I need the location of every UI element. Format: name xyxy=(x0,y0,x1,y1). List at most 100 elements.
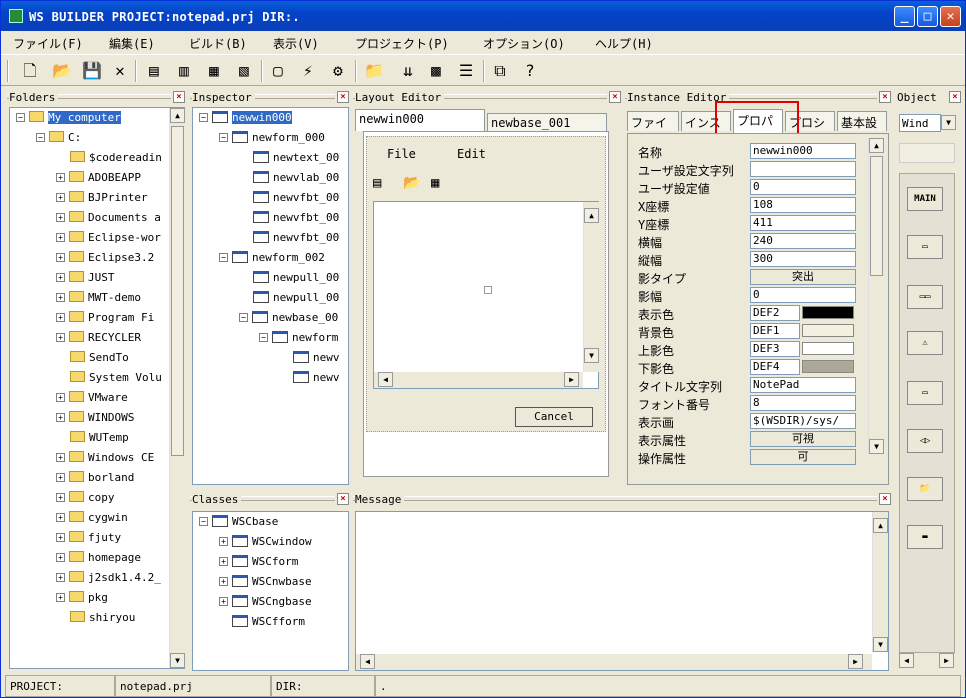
object-class-select[interactable]: Wind xyxy=(899,114,941,132)
menu-build[interactable]: ビルド(B) xyxy=(189,35,247,52)
tree-item[interactable]: pkg xyxy=(88,591,108,604)
cut-icon[interactable]: ✕ xyxy=(109,60,131,82)
tree-item[interactable]: BJPrinter xyxy=(88,191,148,204)
tree-item[interactable]: cygwin xyxy=(88,511,128,524)
color-swatch[interactable] xyxy=(802,306,854,319)
prop-shadow-type-select[interactable]: 突出 xyxy=(750,269,856,285)
text-field-object-button[interactable]: ▭ xyxy=(907,381,943,405)
prop-value-y[interactable]: 411 xyxy=(750,215,856,231)
preview-icon[interactable]: ⧉ xyxy=(489,60,511,82)
tree-item[interactable]: homepage xyxy=(88,551,141,564)
tree-item[interactable]: $codereadin xyxy=(89,151,162,164)
tab-file[interactable]: ファイ xyxy=(627,111,679,131)
menu-project[interactable]: プロジェクト(P) xyxy=(355,35,449,52)
prop-value-x[interactable]: 108 xyxy=(750,197,856,213)
close-icon[interactable]: × xyxy=(879,493,891,505)
color-swatch[interactable] xyxy=(802,360,854,373)
menu-edit[interactable]: 編集(E) xyxy=(109,35,155,52)
preview-menu-file[interactable]: File xyxy=(387,147,416,161)
folders-scrollbar[interactable]: ▲ ▼ xyxy=(169,108,185,668)
tree-item[interactable]: WSCngbase xyxy=(252,595,312,608)
prop-value-fore-color[interactable]: DEF2 xyxy=(750,305,800,321)
help-icon[interactable]: ? xyxy=(519,60,541,82)
tree-item[interactable]: Eclipse-wor xyxy=(88,231,161,244)
open-project-icon[interactable]: ▥ xyxy=(173,60,195,82)
tree-item[interactable]: newv xyxy=(313,371,340,384)
close-icon[interactable]: × xyxy=(173,91,185,103)
tree-item[interactable]: j2sdk1.4.2_ xyxy=(88,571,161,584)
close-project-icon[interactable]: ▧ xyxy=(233,60,255,82)
preview-hscroll[interactable]: ◀ ▶ xyxy=(374,372,583,388)
tree-item[interactable]: newbase_00 xyxy=(272,311,338,324)
grid-icon[interactable]: ▩ xyxy=(425,60,447,82)
tree-item[interactable]: My computer xyxy=(48,111,121,124)
close-icon[interactable]: × xyxy=(337,91,349,103)
prop-value-image[interactable]: $(WSDIR)/sys/ xyxy=(750,413,856,429)
tree-item[interactable]: SendTo xyxy=(89,351,129,364)
menu-help[interactable]: ヘルプ(H) xyxy=(595,35,653,52)
menu-object-button[interactable]: ▭▭ xyxy=(907,285,943,309)
warning-icon[interactable]: ⚠ xyxy=(907,331,943,355)
tree-item[interactable]: Windows CE xyxy=(88,451,154,464)
tree-item[interactable]: VMware xyxy=(88,391,128,404)
prop-value-shadow-width[interactable]: 0 xyxy=(750,287,856,303)
design-canvas[interactable]: File Edit ▤ 📂 ▦ ▲ ▼ ◀ ▶ Cancel xyxy=(363,131,609,477)
tree-item[interactable]: C: xyxy=(68,131,81,144)
tree-item[interactable]: copy xyxy=(88,491,115,504)
property-scrollbar[interactable]: ▲ ▼ xyxy=(868,138,884,454)
tree-item[interactable]: newpull_00 xyxy=(273,271,339,284)
list-icon[interactable]: ☰ xyxy=(455,60,477,82)
tree-item[interactable]: borland xyxy=(88,471,134,484)
prop-value-height[interactable]: 300 xyxy=(750,251,856,267)
tree-item[interactable]: Program Fi xyxy=(88,311,154,324)
preview-menu-edit[interactable]: Edit xyxy=(457,147,486,161)
preview-open-icon[interactable]: 📂 xyxy=(403,175,420,191)
tree-item[interactable]: ADOBEAPP xyxy=(88,171,141,184)
tree-item[interactable]: newform xyxy=(292,331,338,344)
maximize-button[interactable]: □ xyxy=(917,6,938,27)
prop-value-bottom-shadow[interactable]: DEF4 xyxy=(750,359,800,375)
tab-newbase-001[interactable]: newbase_001 xyxy=(487,113,607,133)
folder-object-icon[interactable]: 📁 xyxy=(907,477,943,501)
resize-handle[interactable] xyxy=(484,286,492,294)
message-output[interactable]: ▲ ▼ ◀ ▶ xyxy=(355,511,889,671)
menu-option[interactable]: オプション(O) xyxy=(483,35,565,52)
bar-object-button[interactable]: ▬ xyxy=(907,525,943,549)
prop-value-font[interactable]: 8 xyxy=(750,395,856,411)
stepper-object-button[interactable]: ◁▷ xyxy=(907,429,943,453)
prop-visible-select[interactable]: 可視 xyxy=(750,431,856,447)
prop-value-title[interactable]: NotePad xyxy=(750,377,856,393)
folder-arrow-icon[interactable]: 📁 xyxy=(363,60,385,82)
close-icon[interactable]: × xyxy=(949,91,961,103)
color-swatch[interactable] xyxy=(802,342,854,355)
chevron-down-icon[interactable]: ▼ xyxy=(941,115,956,130)
close-icon[interactable]: × xyxy=(337,493,349,505)
open-folder-icon[interactable]: 📂 xyxy=(51,60,73,82)
tree-item[interactable]: WSCnwbase xyxy=(252,575,312,588)
form-object-button[interactable]: ▭ xyxy=(907,235,943,259)
prop-value-user-value[interactable]: 0 xyxy=(750,179,856,195)
close-icon[interactable]: × xyxy=(879,91,891,103)
minimize-button[interactable]: _ xyxy=(894,6,915,27)
new-project-icon[interactable]: ▤ xyxy=(143,60,165,82)
tree-item[interactable]: newvfbt_00 xyxy=(273,211,339,224)
tree-item[interactable]: WSCform xyxy=(252,555,298,568)
tree-item[interactable]: WSCwindow xyxy=(252,535,312,548)
tree-item[interactable]: System Volu xyxy=(89,371,162,384)
preview-new-icon[interactable]: ▤ xyxy=(373,175,381,191)
prop-operate-select[interactable]: 可 xyxy=(750,449,856,465)
close-button[interactable]: ✕ xyxy=(940,6,961,27)
cancel-button[interactable]: Cancel xyxy=(515,407,593,427)
tree-item[interactable]: WINDOWS xyxy=(88,411,134,424)
main-window-object-button[interactable]: MAIN xyxy=(907,187,943,211)
build-icon[interactable]: ⚡ xyxy=(297,60,319,82)
prop-value-name[interactable]: newwin000 xyxy=(750,143,856,159)
download-icon[interactable]: ⇊ xyxy=(397,60,419,82)
tree-item[interactable]: fjuty xyxy=(88,531,121,544)
save-project-icon[interactable]: ▦ xyxy=(203,60,225,82)
save-icon[interactable]: 💾 xyxy=(81,60,103,82)
prop-value-width[interactable]: 240 xyxy=(750,233,856,249)
menu-view[interactable]: 表示(V) xyxy=(273,35,319,52)
tree-item[interactable]: JUST xyxy=(88,271,115,284)
tree-item[interactable]: shiryou xyxy=(89,611,135,624)
